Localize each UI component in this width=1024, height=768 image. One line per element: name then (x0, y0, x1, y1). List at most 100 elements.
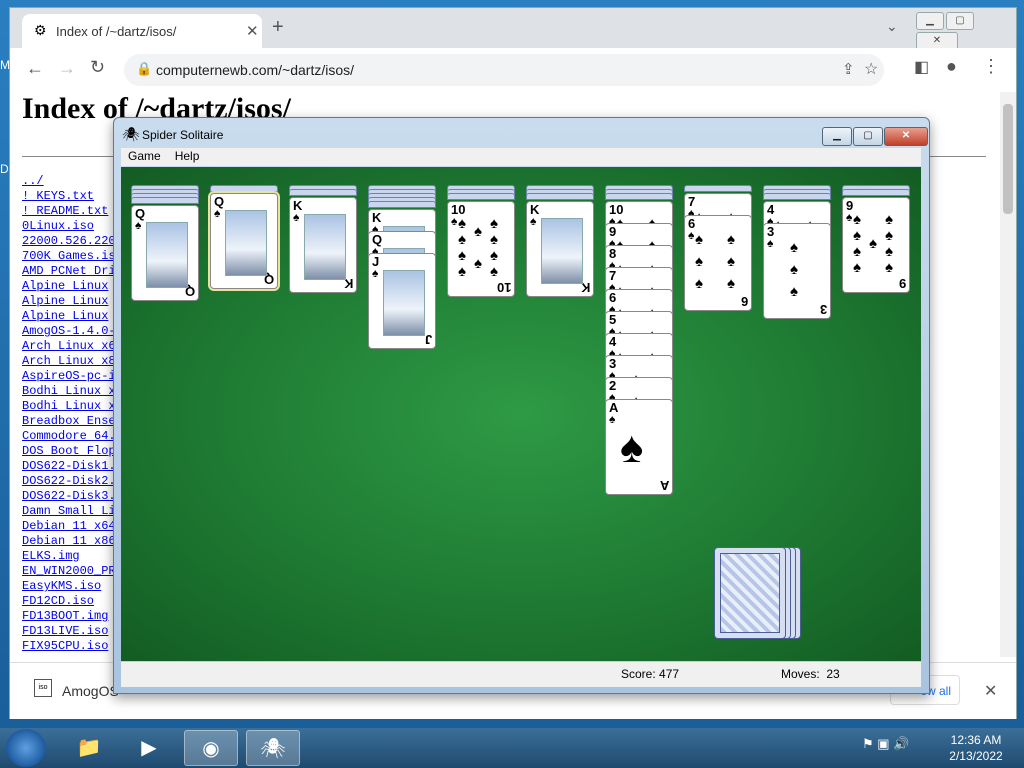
card-rank: J (424, 332, 432, 347)
playing-card[interactable]: J ♠ J (368, 253, 436, 349)
clock-time: 12:36 AM (950, 733, 1002, 747)
page-scrollbar[interactable] (1000, 92, 1016, 657)
spade-icon: ♠ (372, 266, 379, 280)
menu-game[interactable]: Game (121, 148, 168, 164)
share-icon[interactable]: ⇪ (842, 60, 855, 78)
site-favicon-icon: ⚙ (34, 22, 47, 38)
face-down-card (605, 193, 673, 200)
card-back-pattern (720, 553, 780, 633)
minimize-button[interactable]: ▁ (916, 12, 944, 30)
spider-icon: 🕷 (122, 126, 140, 142)
tray-icons[interactable]: ⚑ ▣ 🔊 (862, 736, 909, 752)
face-down-card (763, 193, 831, 200)
menu-kebab-icon[interactable]: ⋮ (982, 56, 1000, 77)
spade-icon: ♠ (853, 227, 861, 244)
playing-card[interactable]: K♠K (526, 201, 594, 297)
spade-icon: ♠ (490, 247, 498, 264)
desktop-icon-label[interactable]: D (0, 162, 9, 176)
spade-icon: ♠ (474, 223, 482, 240)
face-down-card (842, 189, 910, 196)
minimize-button[interactable]: ▁ (822, 127, 852, 146)
spade-icon: ♠ (853, 211, 861, 228)
game-table: Q♠QQ♠QK♠KK♠KQ♠QJ♠J10♠10♠♠♠♠♠♠♠♠♠♠K♠K10♠1… (121, 167, 921, 661)
spade-icon: ♠ (530, 214, 537, 228)
stock-pile[interactable] (714, 547, 786, 639)
desktop-icon-label[interactable]: M (0, 58, 10, 72)
folder-icon[interactable]: 📁 (62, 730, 116, 766)
card-illustration (225, 210, 267, 276)
card-rank: 10 (496, 280, 511, 295)
tab-strip: ⚙ Index of /~dartz/isos/ ✕ + ⌄ ▁ ▢ ✕ (10, 8, 1016, 50)
media-player-icon[interactable]: ▶ (122, 730, 176, 766)
playing-card[interactable]: 10♠10♠♠♠♠♠♠♠♠♠♠ (447, 201, 515, 297)
bookmark-star-icon[interactable]: ☆ (864, 59, 878, 79)
face-down-card (368, 201, 436, 208)
spade-icon: ♠ (474, 255, 482, 272)
close-window-button[interactable]: ✕ (884, 127, 928, 146)
spade-icon: ♠ (490, 231, 498, 248)
spade-icon: ♠ (490, 215, 498, 232)
spade-icon: ♠ (767, 236, 774, 250)
close-icon[interactable]: ✕ (246, 22, 259, 40)
playing-card[interactable]: A ♠ A ♠ (605, 399, 673, 495)
spade-icon: ♠ (853, 259, 861, 276)
menu-help[interactable]: Help (168, 148, 207, 164)
card-rank: 3 (819, 302, 827, 317)
face-down-card (526, 193, 594, 200)
download-item-name[interactable]: AmogOS (62, 683, 119, 699)
start-button[interactable] (6, 729, 46, 767)
back-arrow-icon[interactable]: ← (26, 58, 44, 79)
lock-icon[interactable]: 🔒 (136, 61, 152, 77)
address-bar[interactable]: 🔒 computernewb.com/~dartz/isos/ ⇪ ☆ (124, 54, 884, 86)
spade-icon: ♠ (790, 261, 798, 278)
window-controls: ▁▢✕ (822, 125, 929, 146)
spider-solitaire-icon[interactable]: 🕷 (246, 730, 300, 766)
iso-file-icon: iso (34, 679, 52, 697)
spade-icon: ♠ (293, 210, 300, 224)
spade-icon: ♠ (885, 259, 893, 276)
scrollbar-thumb[interactable] (1003, 104, 1013, 214)
tab-search-icon[interactable]: ⌄ (886, 18, 898, 35)
playing-card[interactable]: K♠K (289, 197, 357, 293)
face-down-card (210, 185, 278, 192)
spade-icon: ♠ (135, 218, 142, 232)
card-illustration (146, 222, 188, 288)
playing-card[interactable]: Q♠Q (210, 193, 278, 289)
forward-arrow-icon[interactable]: → (58, 58, 76, 79)
face-down-card (289, 189, 357, 196)
profile-avatar[interactable]: ● (946, 56, 957, 77)
spade-icon: ♠ (609, 412, 616, 426)
playing-card[interactable]: 3♠3♠♠♠ (763, 223, 831, 319)
chrome-icon[interactable]: ◉ (184, 730, 238, 766)
card-illustration (383, 270, 425, 336)
spade-icon: ♠ (451, 214, 458, 228)
clock-date: 2/13/2022 (949, 749, 1003, 763)
close-icon[interactable]: ✕ (984, 681, 997, 701)
spade-icon: ♠ (695, 231, 703, 248)
maximize-button[interactable]: ▢ (853, 127, 883, 146)
spade-icon: ♠ (846, 210, 853, 224)
card-illustration (541, 218, 583, 284)
spade-icon: ♠ (885, 243, 893, 260)
spade-icon: ♠ (869, 235, 877, 252)
card-illustration (304, 214, 346, 280)
spade-icon: ♠ (458, 247, 466, 264)
spade-icon: ♠ (885, 227, 893, 244)
tab-active[interactable]: ⚙ Index of /~dartz/isos/ ✕ (22, 14, 262, 48)
spade-icon: ♠ (790, 239, 798, 256)
side-panel-icon[interactable]: ◧ (914, 57, 929, 77)
spade-icon: ♠ (458, 215, 466, 232)
maximize-button[interactable]: ▢ (946, 12, 974, 30)
playing-card[interactable]: 6♠6♠♠♠♠♠♠ (684, 215, 752, 311)
moves-label: Moves: (781, 667, 820, 681)
playing-card[interactable]: 9♠9♠♠♠♠♠♠♠♠♠ (842, 197, 910, 293)
new-tab-button[interactable]: + (272, 16, 284, 39)
spade-icon: ♠ (490, 263, 498, 280)
reload-icon[interactable]: ↻ (90, 57, 105, 78)
playing-card[interactable]: Q♠Q (131, 205, 199, 301)
face-down-card (131, 197, 199, 204)
clock[interactable]: 12:36 AM 2/13/2022 (940, 732, 1012, 764)
face-down-card (684, 185, 752, 192)
url-text[interactable]: computernewb.com/~dartz/isos/ (156, 62, 354, 78)
menu-bar: Game Help (121, 148, 921, 166)
